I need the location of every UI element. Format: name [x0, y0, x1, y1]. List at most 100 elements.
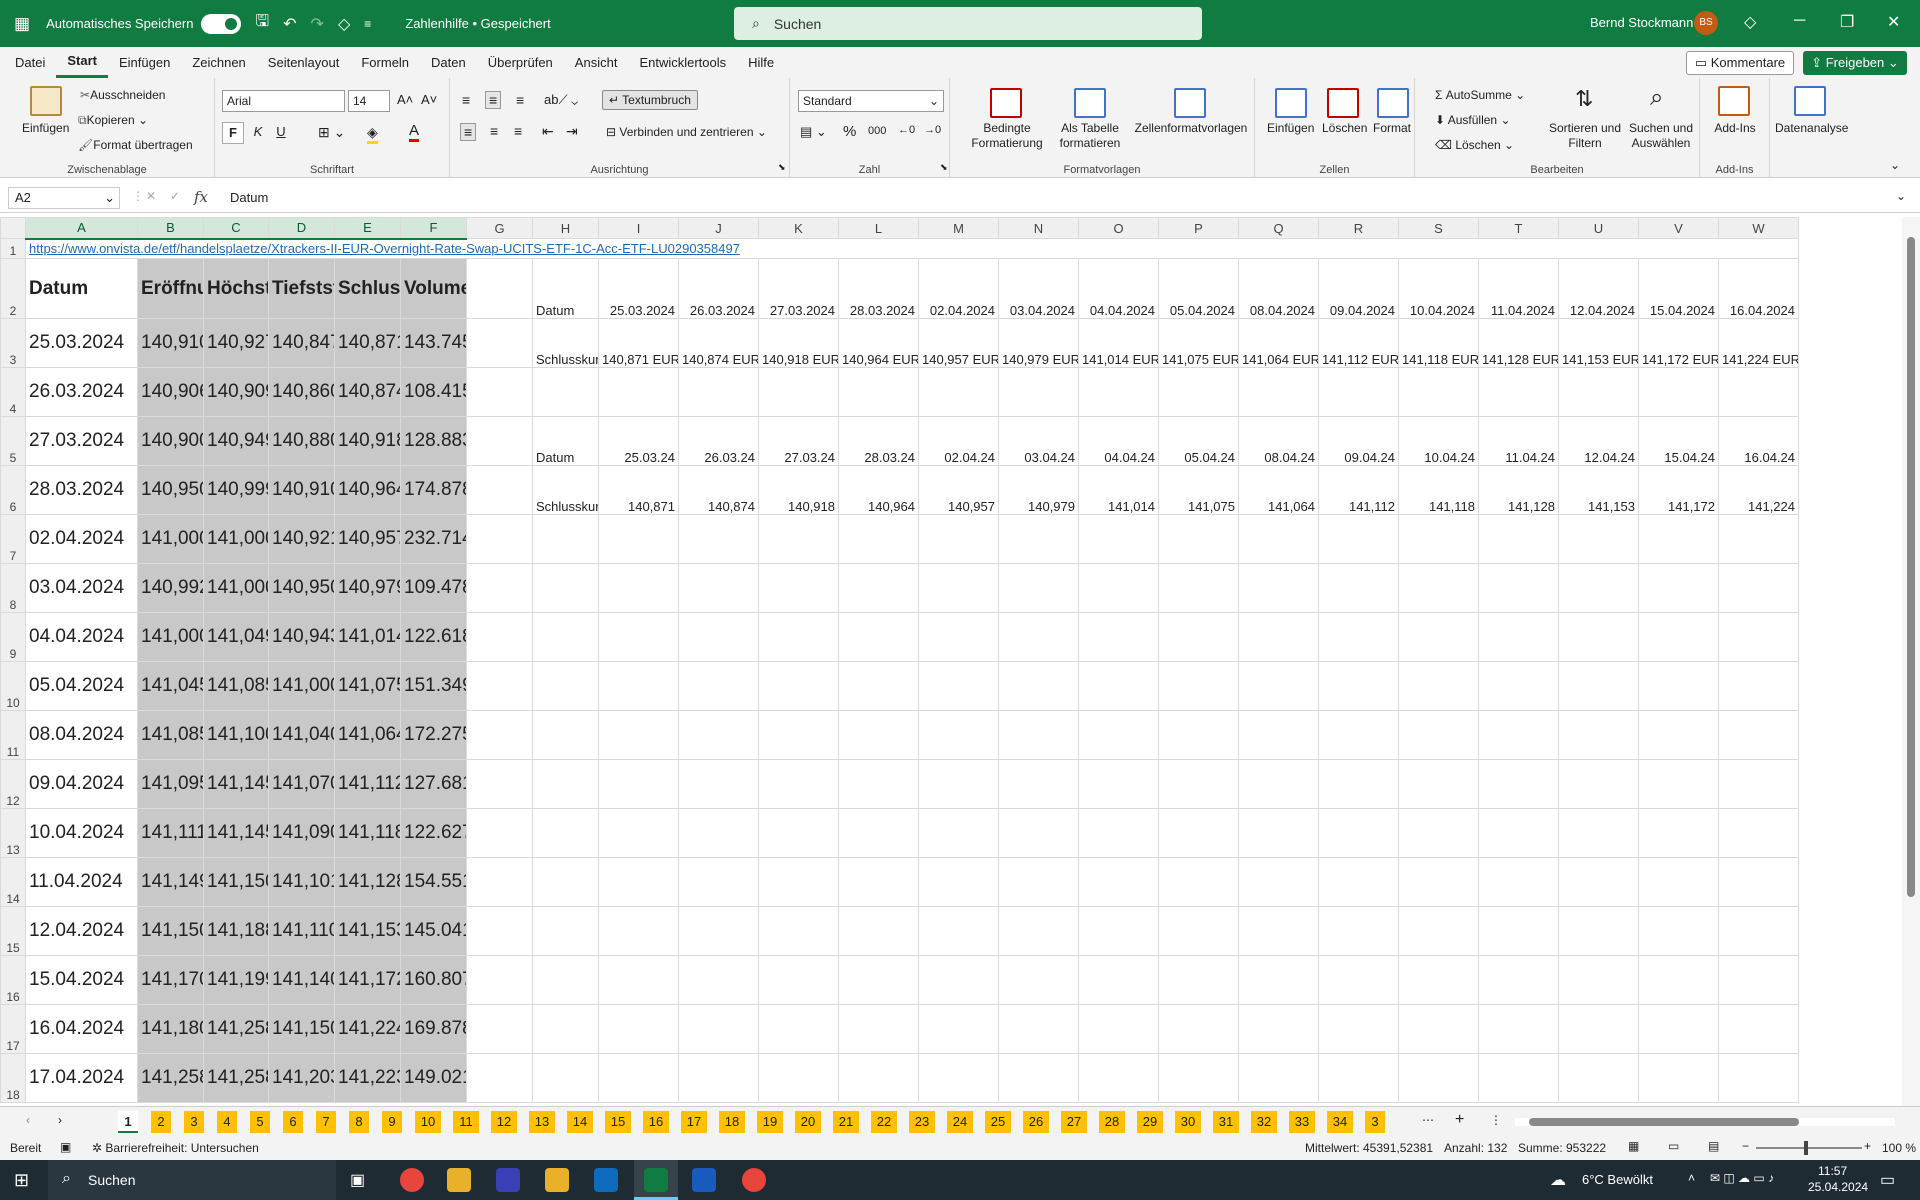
- cell[interactable]: [1398, 1004, 1479, 1054]
- cell[interactable]: [466, 857, 533, 907]
- date-cell[interactable]: 28.03.2024: [25, 465, 138, 515]
- cell[interactable]: [1638, 759, 1719, 809]
- worksheet[interactable]: A B C D E F G H I J K L M N O P Q R S T U V W 1 https://www.onvi…: [0, 217, 1920, 1106]
- value-cell[interactable]: 140,871 EUR: [334, 318, 401, 368]
- value-cell[interactable]: 140,847 EUR: [268, 318, 335, 368]
- tab-ansicht[interactable]: Ansicht: [564, 47, 629, 78]
- select-all-corner[interactable]: [0, 217, 26, 239]
- clear-button[interactable]: ⌫ Löschen ⌄: [1435, 138, 1514, 152]
- cell[interactable]: [838, 906, 919, 956]
- transposed-short-date-cell[interactable]: 12.04.24: [1558, 416, 1639, 466]
- sheet-tab[interactable]: 18: [719, 1111, 745, 1133]
- value-cell[interactable]: 174.878 Stk.: [400, 465, 467, 515]
- cell[interactable]: [918, 710, 999, 760]
- value-cell[interactable]: 232.714 Stk.: [400, 514, 467, 564]
- date-cell[interactable]: 10.04.2024: [25, 808, 138, 858]
- cell[interactable]: [466, 661, 533, 711]
- sheet-tab[interactable]: 14: [567, 1111, 593, 1133]
- sheet-tab[interactable]: 13: [529, 1111, 555, 1133]
- align-top-icon[interactable]: ≡: [462, 92, 470, 108]
- transposed-short-date-cell[interactable]: 10.04.24: [1398, 416, 1479, 466]
- function-icon[interactable]: fx: [194, 188, 208, 206]
- cell[interactable]: [1638, 955, 1719, 1005]
- value-cell[interactable]: 141,064 EUR: [334, 710, 401, 760]
- value-cell[interactable]: 172.275 Stk.: [400, 710, 467, 760]
- date-cell[interactable]: 17.04.2024: [25, 1053, 138, 1103]
- cell[interactable]: [678, 808, 759, 858]
- conditional-format-icon[interactable]: [990, 88, 1022, 118]
- cell[interactable]: [998, 514, 1079, 564]
- column-header[interactable]: P: [1158, 217, 1239, 239]
- cell[interactable]: [598, 808, 679, 858]
- row-header[interactable]: 10: [0, 661, 26, 711]
- cell[interactable]: [532, 1004, 599, 1054]
- cell[interactable]: [758, 1053, 839, 1103]
- tab-entwicklertools[interactable]: Entwicklertools: [628, 47, 737, 78]
- options-icon[interactable]: ⋮: [132, 189, 144, 203]
- column-header[interactable]: A: [25, 217, 138, 240]
- cell[interactable]: [1638, 661, 1719, 711]
- transposed-date-cell[interactable]: 25.03.2024: [598, 258, 679, 319]
- column-header[interactable]: B: [137, 217, 204, 240]
- row-header[interactable]: 5: [0, 416, 26, 466]
- fill-color-icon[interactable]: ◈: [367, 124, 378, 144]
- cell[interactable]: [1318, 710, 1399, 760]
- column-header[interactable]: S: [1398, 217, 1479, 239]
- column-header[interactable]: O: [1078, 217, 1159, 239]
- cell[interactable]: [1718, 1004, 1799, 1054]
- cell[interactable]: [1238, 1053, 1319, 1103]
- cell[interactable]: [598, 906, 679, 956]
- column-header[interactable]: W: [1718, 217, 1799, 239]
- more-sheets-icon[interactable]: ⋯: [1422, 1113, 1434, 1127]
- explorer-icon[interactable]: [447, 1168, 471, 1192]
- cell[interactable]: [1398, 906, 1479, 956]
- transposed-date-cell[interactable]: 03.04.2024: [998, 258, 1079, 319]
- cell[interactable]: [1718, 563, 1799, 613]
- row-header[interactable]: 3: [0, 318, 26, 368]
- cell[interactable]: [1078, 612, 1159, 662]
- date-cell[interactable]: 05.04.2024: [25, 661, 138, 711]
- format-cells-icon[interactable]: [1377, 88, 1409, 118]
- cell[interactable]: [918, 808, 999, 858]
- tab-seitenlayout[interactable]: Seitenlayout: [257, 47, 351, 78]
- cell[interactable]: [1558, 710, 1639, 760]
- value-cell[interactable]: 140,900 EUR: [137, 416, 204, 466]
- cell[interactable]: [838, 563, 919, 613]
- sort-filter-button[interactable]: Sortieren und Filtern: [1545, 121, 1625, 151]
- grow-font-icon[interactable]: A˄: [397, 92, 413, 107]
- cell[interactable]: [532, 857, 599, 907]
- transposed-close-cell[interactable]: 141,224 EUR: [1718, 318, 1799, 368]
- value-cell[interactable]: 140,950 EUR: [137, 465, 204, 515]
- cell[interactable]: [466, 612, 533, 662]
- cell[interactable]: [998, 710, 1079, 760]
- cell[interactable]: [1718, 661, 1799, 711]
- align-middle-icon[interactable]: ≡: [485, 91, 502, 109]
- value-cell[interactable]: 141,203 EUR: [268, 1053, 335, 1103]
- sheet-tab[interactable]: 3: [184, 1111, 204, 1133]
- row-header[interactable]: 15: [0, 906, 26, 956]
- tab-options-icon[interactable]: ⋮: [1490, 1113, 1502, 1127]
- cell[interactable]: [1718, 612, 1799, 662]
- cell[interactable]: [466, 258, 533, 319]
- cell[interactable]: [838, 857, 919, 907]
- outlook-icon[interactable]: [594, 1168, 618, 1192]
- cell[interactable]: [838, 367, 919, 417]
- value-cell[interactable]: 141,110 EUR: [268, 906, 335, 956]
- cell[interactable]: [1638, 612, 1719, 662]
- cell[interactable]: [678, 514, 759, 564]
- cell[interactable]: [1238, 906, 1319, 956]
- tab-start[interactable]: Start: [56, 47, 108, 78]
- cell-styles-button[interactable]: Zellenformatvorlagen: [1130, 121, 1252, 135]
- transposed-close-num-cell[interactable]: 140,957: [918, 465, 999, 515]
- sheet-tab[interactable]: 9: [382, 1111, 402, 1133]
- value-cell[interactable]: 154.551 Stk.: [400, 857, 467, 907]
- value-cell[interactable]: 140,921 EUR: [268, 514, 335, 564]
- tray-chevron-icon[interactable]: ˄: [1688, 1171, 1695, 1185]
- value-cell[interactable]: 141,000 EUR: [203, 563, 269, 613]
- cell[interactable]: [532, 514, 599, 564]
- value-cell[interactable]: 140,910 EUR: [268, 465, 335, 515]
- cell[interactable]: [1718, 857, 1799, 907]
- format-as-table-icon[interactable]: [1074, 88, 1106, 118]
- value-cell[interactable]: 141,223 EUR: [334, 1053, 401, 1103]
- transposed-close-cell[interactable]: 140,874 EUR: [678, 318, 759, 368]
